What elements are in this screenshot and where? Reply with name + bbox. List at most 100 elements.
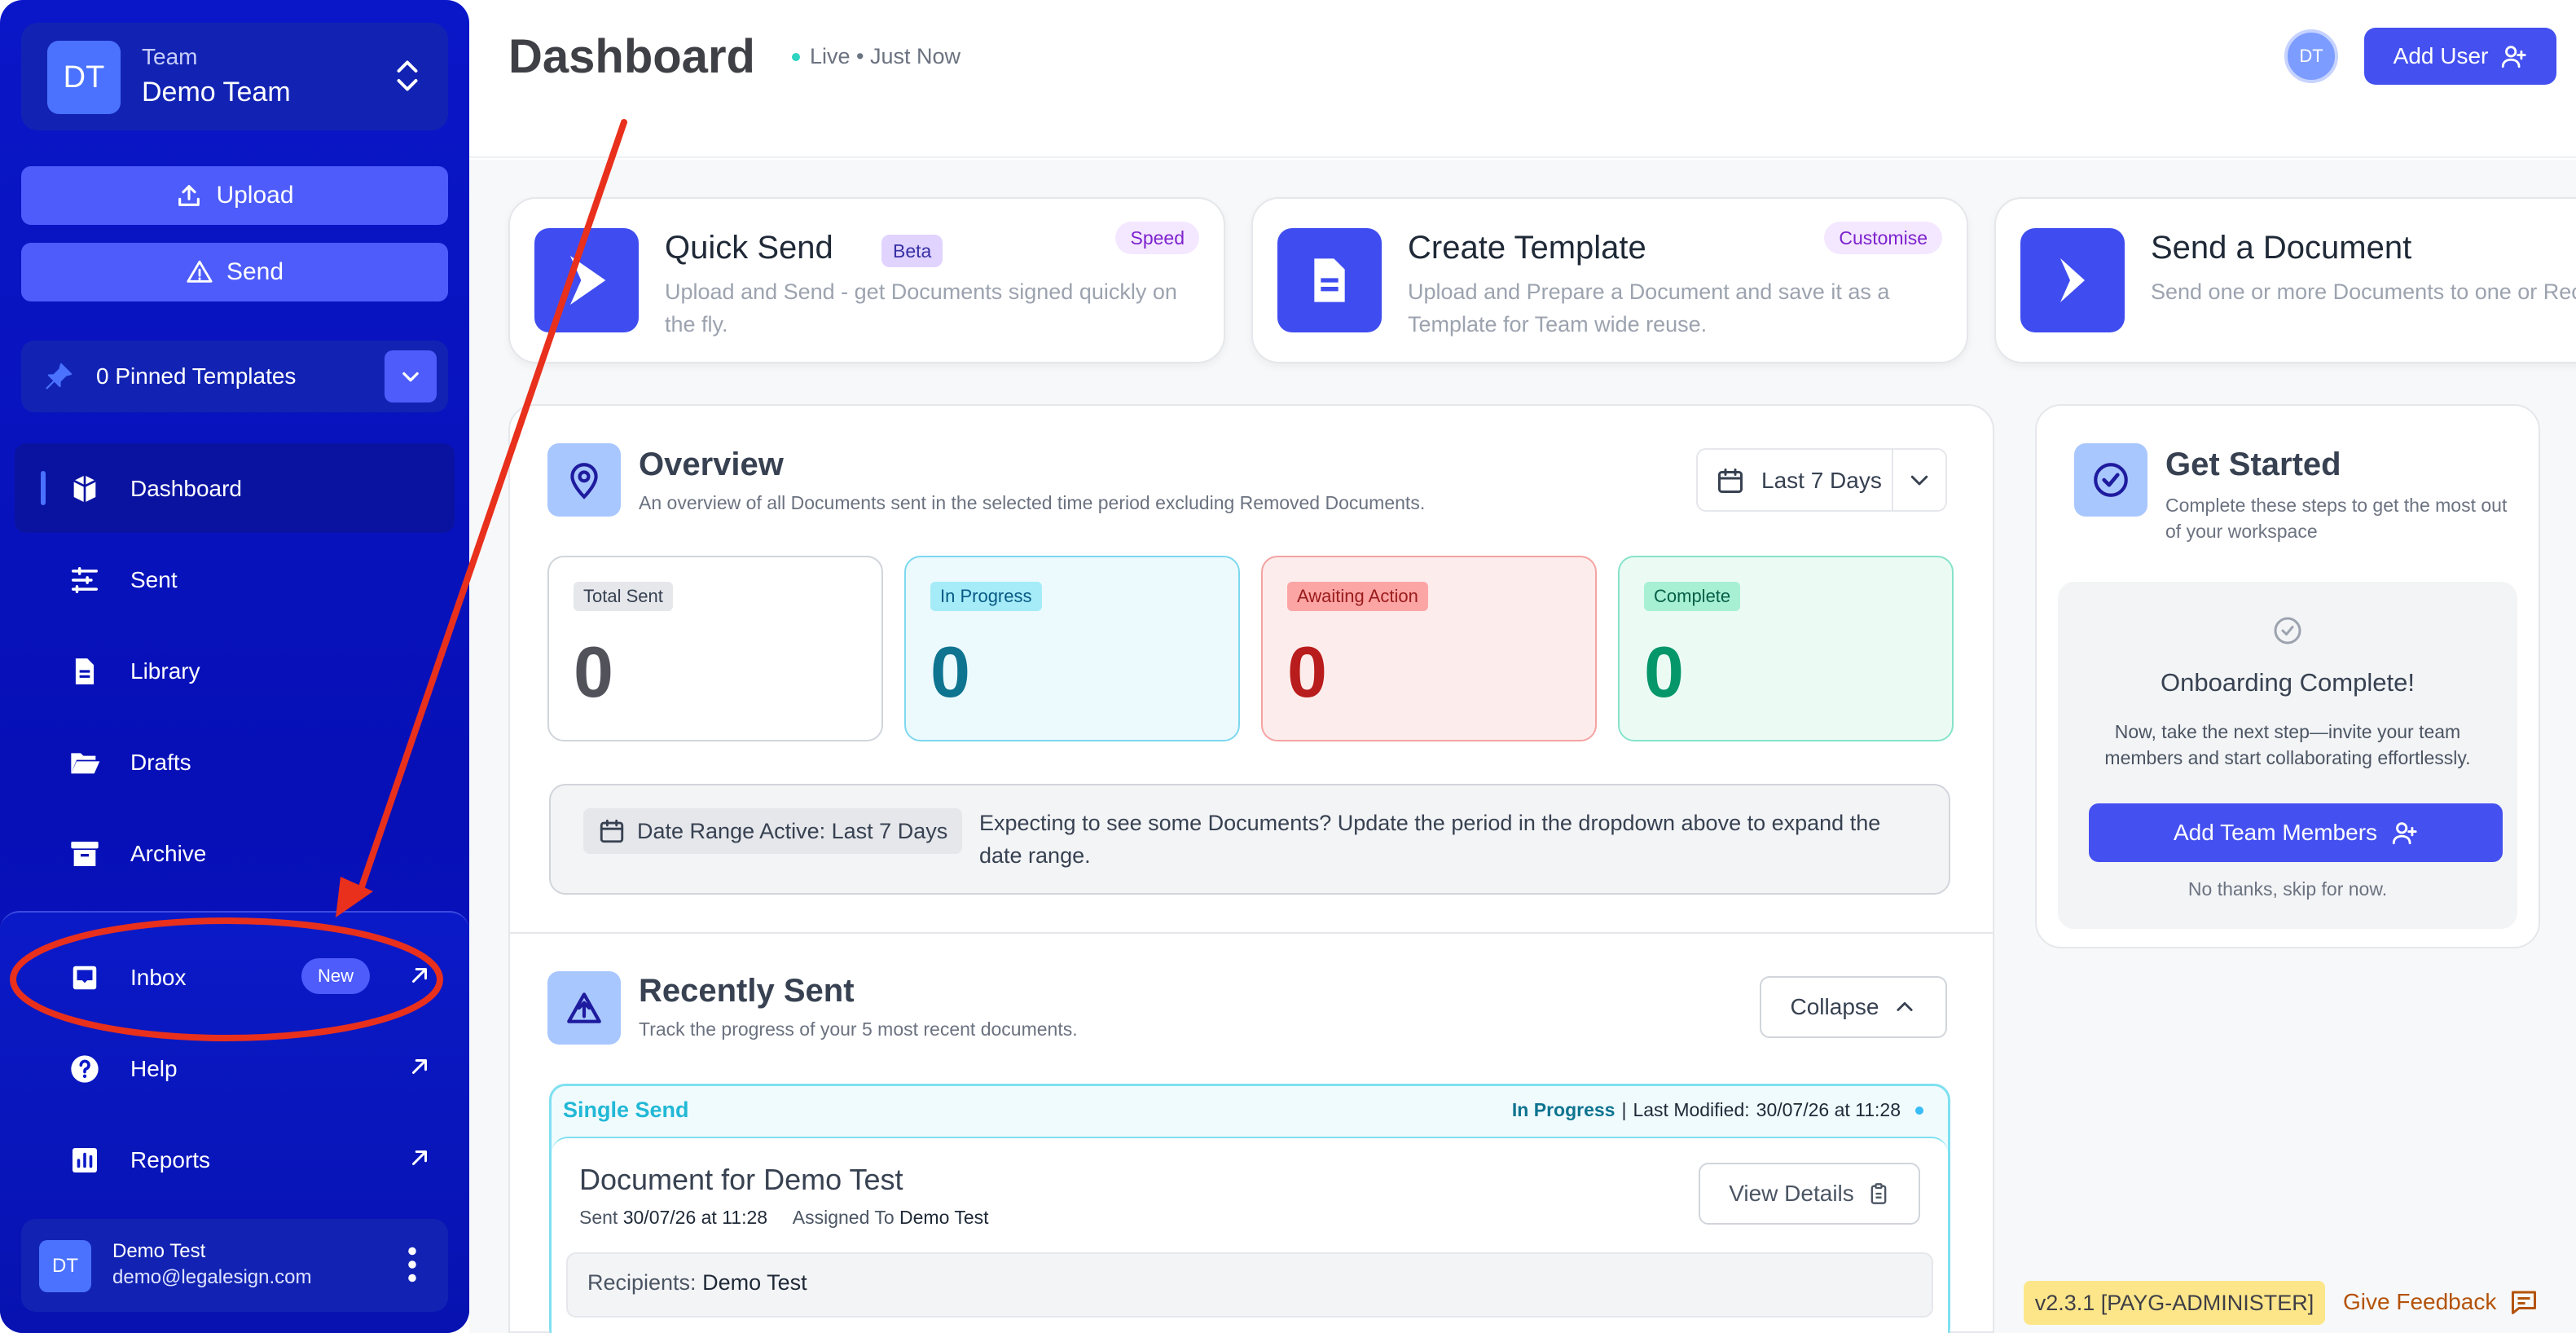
team-name: Demo Team — [142, 77, 291, 108]
chat-bubble-icon — [2512, 1291, 2537, 1314]
check-circle-icon — [2274, 617, 2301, 645]
add-team-members-button[interactable]: Add Team Members — [2089, 803, 2503, 862]
collapse-label: Collapse — [1790, 994, 1879, 1019]
map-pin-icon — [570, 463, 598, 499]
user-account[interactable]: DT Demo Test demo@legalesign.com — [21, 1219, 448, 1312]
team-switcher[interactable]: DT Team Demo Team — [21, 23, 448, 130]
app-window: DT Team Demo Team Upload Send 0 Pinned T… — [0, 0, 2576, 1333]
page-title: Dashboard — [508, 30, 755, 83]
calendar-icon — [1718, 469, 1743, 493]
stat-in-progress[interactable]: In Progress 0 — [904, 556, 1240, 741]
send-document-card[interactable]: Send a Document Send one or more Documen… — [1994, 197, 2576, 363]
beta-badge: Beta — [881, 235, 943, 267]
card-description: Upload and Prepare a Document and save i… — [1408, 279, 1890, 337]
card-description: Send one or more Documents to one or Rec… — [2151, 279, 2576, 304]
upload-icon — [178, 185, 200, 206]
bar-chart-icon — [73, 1148, 97, 1172]
document-title: Document for Demo Test — [579, 1163, 903, 1196]
quick-send-card[interactable]: Quick Send Beta Speed Upload and Send - … — [508, 197, 1225, 363]
new-badge: New — [301, 958, 370, 994]
create-template-icon-box — [1277, 228, 1382, 332]
create-template-card[interactable]: Create Template Customise Upload and Pre… — [1251, 197, 1968, 363]
status-dot-icon — [1915, 1106, 1923, 1115]
stat-total-sent[interactable]: Total Sent 0 — [547, 556, 883, 741]
onboarding-complete-box: Onboarding Complete! Now, take the next … — [2058, 582, 2517, 929]
chevron-up-icon — [1897, 1001, 1914, 1011]
sidebar-item-archive[interactable]: Archive — [67, 829, 206, 878]
onboarding-description: Now, take the next step—invite your team… — [2104, 721, 2471, 768]
sidebar-item-drafts[interactable]: Drafts — [67, 738, 191, 787]
dashboard-icon — [73, 475, 96, 503]
sidebar-item-label: Library — [130, 658, 200, 684]
live-dot-icon — [792, 52, 800, 61]
document-icon — [1314, 258, 1345, 302]
status-separator: | — [1621, 1099, 1627, 1120]
stat-label: Total Sent — [574, 582, 673, 611]
stat-value: 0 — [1644, 631, 1684, 712]
folder-open-icon — [71, 753, 100, 774]
document-status-line: In Progress | Last Modified: 30/07/26 at… — [1512, 1099, 1923, 1121]
sidebar-item-library[interactable]: Library — [67, 647, 200, 696]
avatar[interactable]: DT — [2284, 29, 2338, 83]
card-title: Send a Document — [2151, 230, 2412, 266]
send-button[interactable]: Send — [21, 243, 448, 301]
give-feedback-link[interactable]: Give Feedback — [2343, 1287, 2539, 1317]
chevron-right-icon — [2060, 258, 2085, 302]
onboarding-title: Onboarding Complete! — [2161, 668, 2415, 697]
chevron-up-down-icon — [397, 60, 418, 91]
add-user-button[interactable]: Add User — [2364, 28, 2556, 85]
document-card: Document for Demo Test Sent 30/07/26 at … — [552, 1137, 1948, 1333]
get-started-icon-box — [2074, 443, 2147, 517]
external-link-icon[interactable] — [407, 963, 432, 988]
sidebar-item-label: Help — [130, 1056, 178, 1081]
more-vertical-icon[interactable] — [407, 1247, 417, 1282]
date-range-dropdown[interactable] — [1892, 450, 1945, 510]
sidebar-item-reports[interactable]: Reports — [67, 1136, 210, 1185]
skip-link[interactable]: No thanks, skip for now. — [2058, 878, 2517, 900]
section-description: Complete these steps to get the most out… — [2165, 495, 2508, 542]
sidebar-item-inbox[interactable]: Inbox — [67, 953, 187, 1002]
fast-forward-send-icon — [559, 256, 606, 305]
sidebar-item-label: Dashboard — [130, 476, 242, 501]
location-icon-box — [547, 443, 621, 517]
stat-value: 0 — [930, 631, 970, 712]
document-meta: Sent 30/07/26 at 11:28 Assigned To Demo … — [579, 1207, 989, 1229]
chevron-down-icon — [1910, 475, 1928, 486]
pinned-templates[interactable]: 0 Pinned Templates — [21, 341, 448, 412]
user-email: demo@legalesign.com — [112, 1266, 312, 1288]
pinned-templates-label: 0 Pinned Templates — [96, 363, 297, 389]
assigned-label: Assigned To — [792, 1207, 895, 1228]
speed-tag: Speed — [1115, 222, 1199, 254]
last-modified-label: Last Modified: — [1633, 1099, 1750, 1120]
view-details-button[interactable]: View Details — [1699, 1163, 1920, 1225]
overview-panel: Overview An overview of all Documents se… — [508, 404, 1994, 1333]
upload-label: Upload — [216, 182, 294, 209]
help-circle-icon — [71, 1055, 99, 1083]
sidebar-item-label: Inbox — [130, 965, 187, 990]
send-label: Send — [226, 258, 284, 285]
sidebar-item-label: Sent — [130, 567, 178, 592]
recipients-row: Recipients: Demo Test — [566, 1252, 1933, 1318]
main-content: Quick Send Beta Speed Upload and Send - … — [469, 160, 2576, 1333]
section-title: Recently Sent — [639, 973, 855, 1009]
clipboard-icon — [1870, 1183, 1887, 1204]
send-type-label: Single Send — [563, 1098, 689, 1122]
external-link-icon[interactable] — [407, 1054, 432, 1079]
sidebar-item-dashboard[interactable]: Dashboard — [67, 464, 242, 513]
stat-complete[interactable]: Complete 0 — [1618, 556, 1954, 741]
archive-box-icon — [71, 842, 99, 866]
upload-button[interactable]: Upload — [21, 166, 448, 225]
sidebar-item-help[interactable]: Help — [67, 1045, 178, 1093]
sidebar-item-sent[interactable]: Sent — [67, 556, 178, 605]
date-range-select[interactable]: Last 7 Days — [1696, 448, 1947, 512]
active-indicator — [41, 471, 46, 505]
view-details-label: View Details — [1729, 1181, 1854, 1206]
stat-awaiting-action[interactable]: Awaiting Action 0 — [1261, 556, 1597, 741]
section-divider — [510, 932, 1994, 934]
external-link-icon[interactable] — [407, 1146, 432, 1170]
collapse-button[interactable]: Collapse — [1760, 976, 1947, 1038]
pinned-dropdown-button[interactable] — [385, 350, 437, 403]
recent-document-item[interactable]: Single Send In Progress | Last Modified:… — [549, 1084, 1950, 1333]
give-feedback-label: Give Feedback — [2343, 1289, 2497, 1314]
card-title: Create Template — [1408, 230, 1646, 266]
